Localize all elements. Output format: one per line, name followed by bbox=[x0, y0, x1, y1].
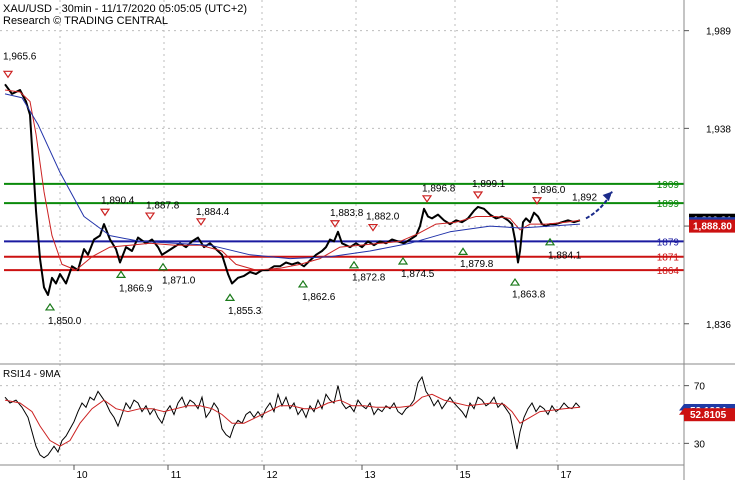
price-annotation-label: 1,884.1 bbox=[548, 251, 582, 262]
price-y-tick-label: 1,938 bbox=[706, 124, 731, 135]
price-annotation-label: 1,892 bbox=[572, 192, 597, 203]
price-annotation-label: 1,884.4 bbox=[196, 207, 230, 218]
price-annotation-label: 1,863.8 bbox=[512, 290, 546, 301]
price-annotation-label: 1,965.6 bbox=[3, 51, 37, 62]
price-annotation-label: 1,883.8 bbox=[330, 208, 364, 219]
chart-subtitle: Research © TRADING CENTRAL bbox=[3, 15, 168, 27]
rsi-panel-title: RSI14 - 9MA bbox=[3, 369, 61, 380]
price-y-tick-label: 1,836 bbox=[706, 320, 731, 331]
level-label-resistance-2: 1909 bbox=[657, 180, 680, 191]
level-label-support-1: 1871 bbox=[657, 253, 680, 264]
price-current-badge-label: 1,888.80 bbox=[693, 222, 732, 233]
chart-root: 1909 1899 1879 1871 1864 1,965.6 1,890.4 1,887… bbox=[0, 0, 735, 481]
price-annotation-label: 1,872.8 bbox=[352, 272, 386, 283]
rsi-y-tick-label: 70 bbox=[694, 382, 706, 393]
price-annotation-label: 1,862.6 bbox=[302, 292, 336, 303]
price-annotation-label: 1,896.8 bbox=[422, 183, 456, 194]
level-label-pivot: 1879 bbox=[657, 237, 680, 248]
price-annotation-label: 1,890.4 bbox=[101, 196, 135, 207]
rsi-y-tick-label: 30 bbox=[694, 439, 706, 450]
price-annotation-label: 1,879.8 bbox=[460, 259, 494, 270]
price-annotation-label: 1,899.1 bbox=[472, 179, 506, 190]
price-annotation-label: 1,874.5 bbox=[401, 269, 435, 280]
x-tick-label: 13 bbox=[364, 470, 376, 480]
price-annotation-label: 1,887.8 bbox=[146, 201, 180, 212]
chart-title: XAU/USD - 30min - 11/17/2020 05:05:05 (U… bbox=[3, 3, 247, 15]
x-tick-label: 11 bbox=[171, 470, 182, 480]
level-label-support-2: 1864 bbox=[657, 266, 680, 277]
trading-chart: 1909 1899 1879 1871 1864 1,965.6 1,890.4 1,887… bbox=[0, 0, 735, 481]
x-tick-label: 15 bbox=[459, 470, 471, 480]
x-tick-label: 17 bbox=[560, 470, 572, 480]
price-annotation-label: 1,882.0 bbox=[366, 212, 400, 223]
x-tick-label: 12 bbox=[266, 470, 278, 480]
level-label-resistance-1: 1899 bbox=[657, 199, 680, 210]
price-annotation-label: 1,866.9 bbox=[119, 284, 153, 295]
price-annotation-label: 1,871.0 bbox=[162, 276, 196, 287]
price-annotation-label: 1,896.0 bbox=[532, 185, 566, 196]
price-y-tick-label: 1,989 bbox=[706, 27, 731, 38]
rsi-current-badge-label: 52.8105 bbox=[690, 410, 727, 421]
x-tick-label: 10 bbox=[76, 470, 88, 480]
price-annotation-label: 1,855.3 bbox=[228, 306, 262, 317]
price-annotation-label: 1,850.0 bbox=[48, 316, 82, 327]
